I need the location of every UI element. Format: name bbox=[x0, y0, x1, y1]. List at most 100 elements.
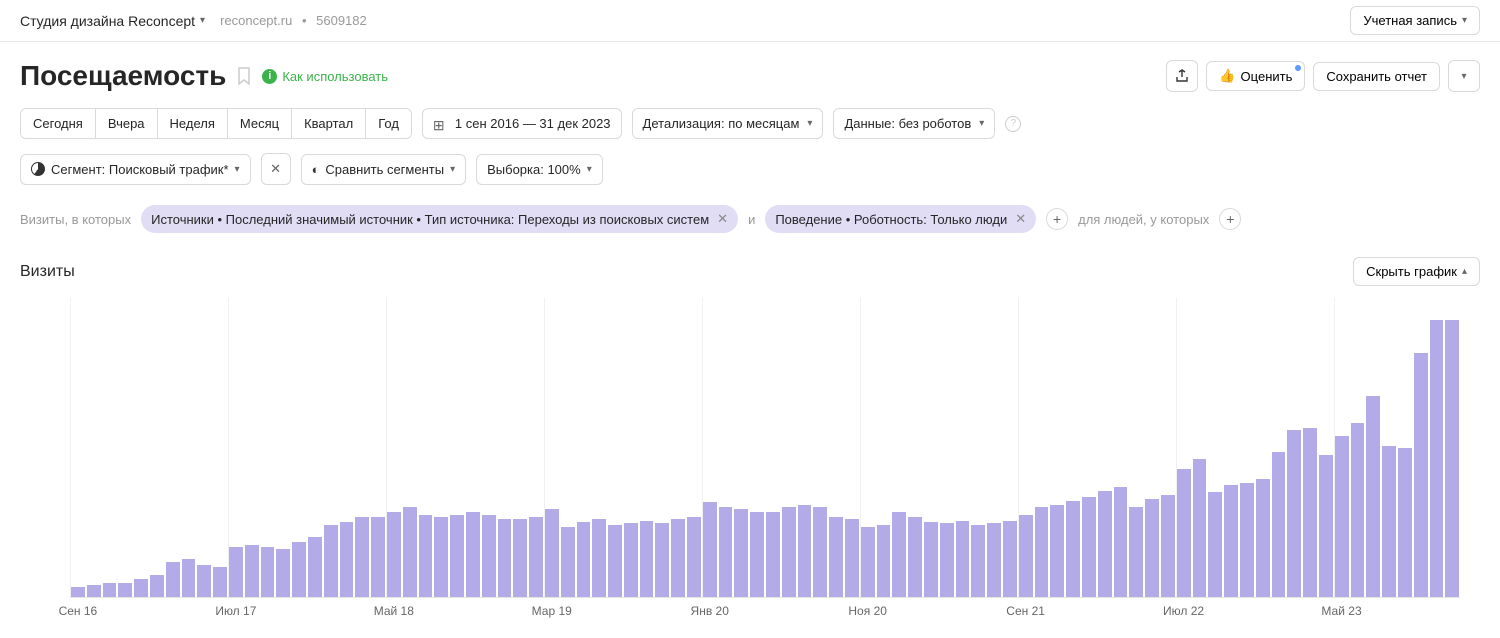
bar[interactable] bbox=[987, 523, 1001, 597]
bar[interactable] bbox=[150, 575, 164, 597]
bookmark-icon[interactable] bbox=[236, 67, 252, 85]
bar[interactable] bbox=[229, 547, 243, 597]
bar[interactable] bbox=[940, 523, 954, 597]
bar[interactable] bbox=[261, 547, 275, 597]
segment-button[interactable]: Сегмент: Поисковый трафик* ▾ bbox=[20, 154, 251, 185]
bar[interactable] bbox=[956, 521, 970, 597]
bar[interactable] bbox=[1398, 448, 1412, 598]
bar[interactable] bbox=[608, 525, 622, 597]
bar[interactable] bbox=[513, 519, 527, 597]
hide-chart-button[interactable]: Скрыть график ▴ bbox=[1353, 257, 1480, 286]
bar[interactable] bbox=[466, 512, 480, 597]
bar[interactable] bbox=[545, 509, 559, 597]
bar[interactable] bbox=[134, 579, 148, 597]
bar[interactable] bbox=[498, 519, 512, 597]
bar[interactable] bbox=[561, 527, 575, 597]
filter-pill-robots[interactable]: Поведение • Роботность: Только люди ✕ bbox=[765, 205, 1036, 233]
bar[interactable] bbox=[387, 512, 401, 597]
bar[interactable] bbox=[640, 521, 654, 597]
bar[interactable] bbox=[1082, 497, 1096, 597]
bar[interactable] bbox=[877, 525, 891, 597]
bar[interactable] bbox=[1287, 430, 1301, 597]
help-icon[interactable]: ? bbox=[1005, 116, 1021, 132]
bar[interactable] bbox=[1272, 452, 1286, 597]
bar[interactable] bbox=[687, 517, 701, 597]
period-today[interactable]: Сегодня bbox=[21, 109, 96, 138]
date-range-button[interactable]: 1 сен 2016 — 31 дек 2023 bbox=[422, 108, 622, 139]
bar[interactable] bbox=[276, 549, 290, 597]
account-selector[interactable]: Студия дизайна Reconcept ▾ bbox=[20, 13, 205, 29]
bar[interactable] bbox=[750, 512, 764, 597]
bar[interactable] bbox=[1382, 446, 1396, 597]
bar[interactable] bbox=[324, 525, 338, 597]
bar[interactable] bbox=[1161, 495, 1175, 597]
sample-button[interactable]: Выборка: 100% ▾ bbox=[476, 154, 603, 185]
period-quarter[interactable]: Квартал bbox=[292, 109, 366, 138]
bar[interactable] bbox=[829, 517, 843, 597]
add-visit-filter-button[interactable]: + bbox=[1046, 208, 1068, 230]
bar[interactable] bbox=[1129, 507, 1143, 597]
bar[interactable] bbox=[87, 585, 101, 597]
bar[interactable] bbox=[103, 583, 117, 597]
bar[interactable] bbox=[71, 587, 85, 597]
bar[interactable] bbox=[1003, 521, 1017, 597]
bar[interactable] bbox=[450, 515, 464, 597]
bar[interactable] bbox=[624, 523, 638, 597]
bar[interactable] bbox=[1351, 423, 1365, 597]
bar[interactable] bbox=[118, 583, 132, 597]
bar[interactable] bbox=[719, 507, 733, 597]
bar[interactable] bbox=[1240, 483, 1254, 597]
bar[interactable] bbox=[577, 522, 591, 597]
bar[interactable] bbox=[529, 517, 543, 597]
bar[interactable] bbox=[1019, 515, 1033, 597]
bar[interactable] bbox=[798, 505, 812, 597]
bar[interactable] bbox=[482, 515, 496, 597]
bar[interactable] bbox=[182, 559, 196, 597]
bar[interactable] bbox=[213, 567, 227, 597]
bar[interactable] bbox=[1098, 491, 1112, 597]
bar[interactable] bbox=[1319, 455, 1333, 597]
save-report-button[interactable]: Сохранить отчет bbox=[1313, 62, 1440, 91]
bar[interactable] bbox=[403, 507, 417, 597]
bar[interactable] bbox=[1335, 436, 1349, 597]
bar[interactable] bbox=[703, 502, 717, 597]
bar[interactable] bbox=[845, 519, 859, 597]
bar[interactable] bbox=[1208, 492, 1222, 597]
bar[interactable] bbox=[1224, 485, 1238, 597]
bar[interactable] bbox=[245, 545, 259, 597]
bar[interactable] bbox=[1366, 396, 1380, 597]
bar[interactable] bbox=[1050, 505, 1064, 597]
bar[interactable] bbox=[655, 523, 669, 597]
detail-button[interactable]: Детализация: по месяцам ▾ bbox=[632, 108, 824, 139]
bar[interactable] bbox=[813, 507, 827, 597]
bar[interactable] bbox=[434, 517, 448, 597]
bar[interactable] bbox=[1145, 499, 1159, 597]
close-icon[interactable]: ✕ bbox=[717, 211, 728, 227]
bar[interactable] bbox=[1066, 501, 1080, 597]
bar[interactable] bbox=[1177, 469, 1191, 597]
filter-pill-source[interactable]: Источники • Последний значимый источник … bbox=[141, 205, 738, 233]
bar[interactable] bbox=[371, 517, 385, 597]
close-icon[interactable]: ✕ bbox=[1015, 211, 1026, 227]
bar[interactable] bbox=[908, 517, 922, 597]
bar[interactable] bbox=[671, 519, 685, 597]
add-people-filter-button[interactable]: + bbox=[1219, 208, 1241, 230]
export-button[interactable] bbox=[1166, 60, 1198, 92]
bar[interactable] bbox=[892, 512, 906, 597]
bar[interactable] bbox=[766, 512, 780, 597]
period-month[interactable]: Месяц bbox=[228, 109, 292, 138]
bar[interactable] bbox=[1114, 487, 1128, 597]
period-week[interactable]: Неделя bbox=[158, 109, 228, 138]
bar[interactable] bbox=[1193, 459, 1207, 597]
bar[interactable] bbox=[971, 525, 985, 597]
save-menu-button[interactable]: ▾ bbox=[1448, 60, 1480, 92]
compare-button[interactable]: ◐ Сравнить сегменты ▾ bbox=[301, 154, 467, 185]
bar[interactable] bbox=[1430, 320, 1444, 597]
bar[interactable] bbox=[1035, 507, 1049, 597]
bar[interactable] bbox=[1256, 479, 1270, 597]
bar[interactable] bbox=[734, 509, 748, 597]
bar[interactable] bbox=[924, 522, 938, 597]
bar[interactable] bbox=[292, 542, 306, 597]
bar[interactable] bbox=[1303, 428, 1317, 597]
bar[interactable] bbox=[1414, 353, 1428, 597]
